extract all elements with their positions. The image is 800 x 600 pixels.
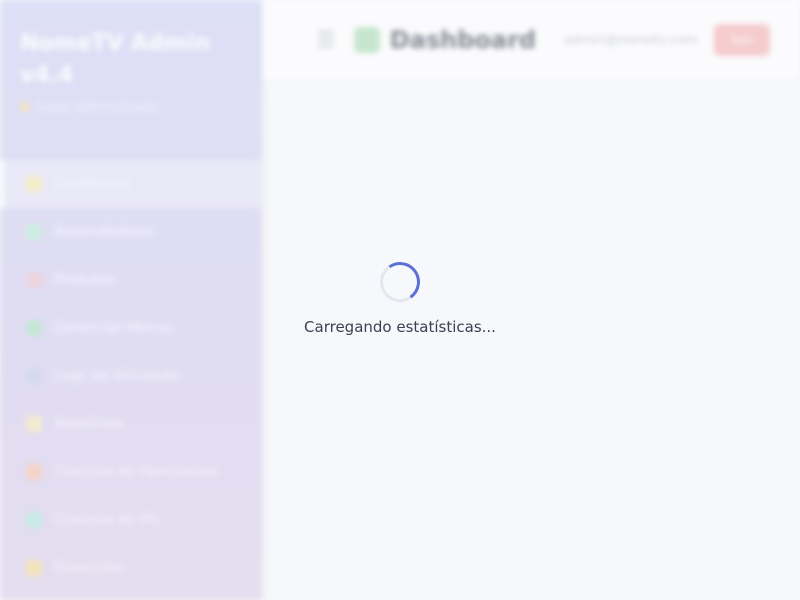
loading-overlay: Carregando estatísticas... (0, 0, 800, 600)
loading-text: Carregando estatísticas... (304, 318, 496, 336)
loading-spinner (376, 258, 424, 306)
